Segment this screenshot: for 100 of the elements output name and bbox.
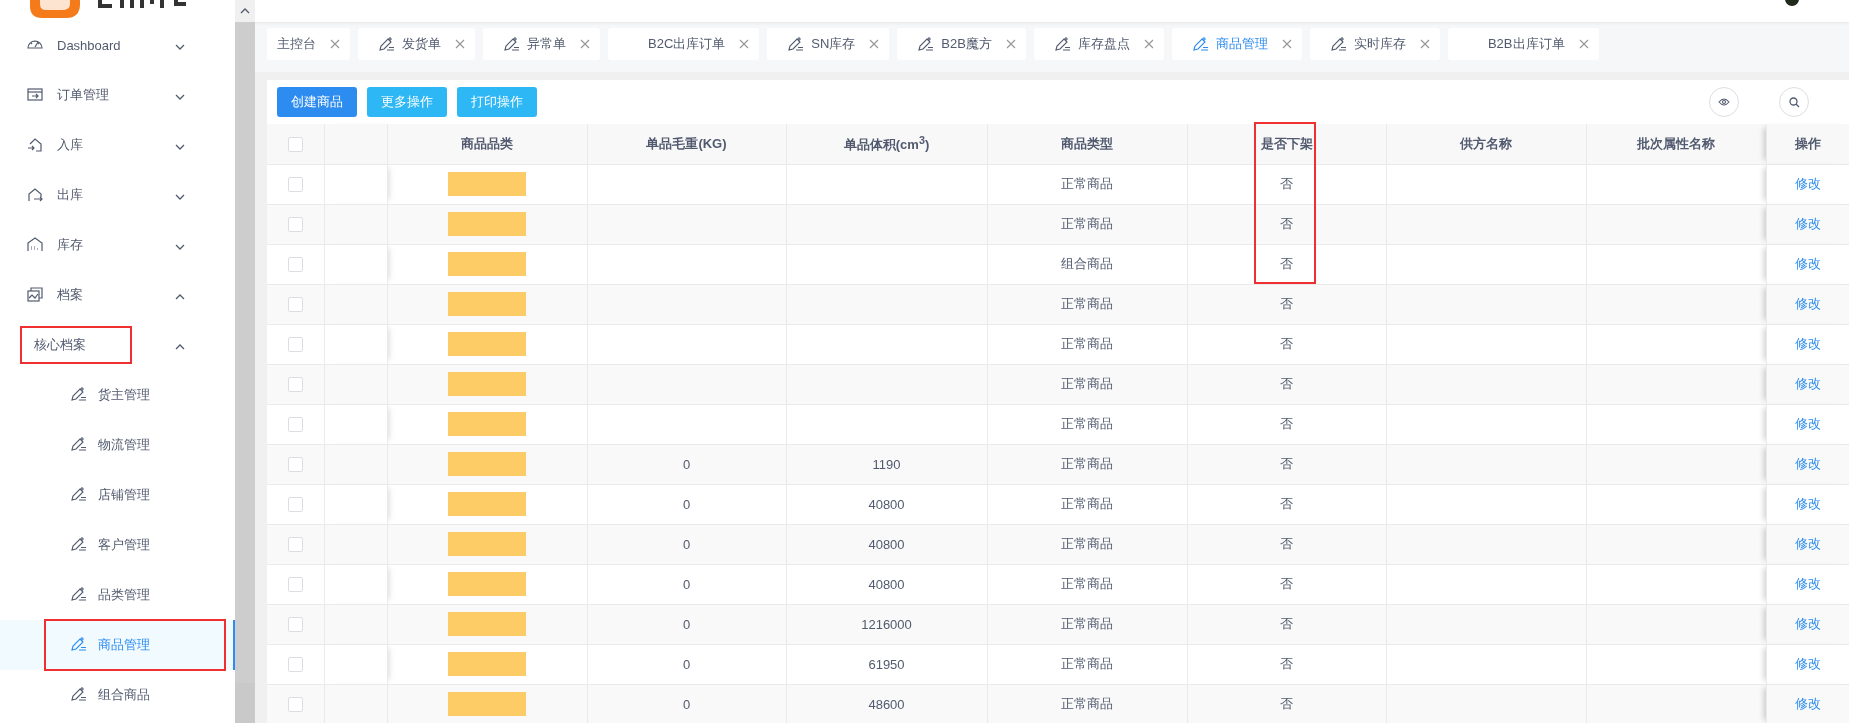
outbound-icon: [26, 186, 44, 204]
menu-item[interactable]: 入库: [0, 120, 235, 170]
tab[interactable]: B2B出库订单: [1447, 28, 1599, 60]
table-cell: 正常商品: [987, 644, 1187, 684]
checkbox[interactable]: [287, 377, 303, 393]
close-icon[interactable]: [330, 39, 340, 49]
table-cell: 0: [587, 444, 786, 484]
submenu-item[interactable]: 核心档案: [0, 320, 235, 370]
close-icon[interactable]: [1005, 39, 1016, 49]
table-cell: 正常商品: [987, 684, 1187, 723]
tab[interactable]: B2C出库订单: [608, 28, 760, 60]
tab[interactable]: 主控台: [267, 28, 350, 60]
column-header: 单品体积(cm$^{3}$): [786, 124, 987, 164]
checkbox[interactable]: [287, 417, 303, 433]
menu-leaf-item[interactable]: 品类管理: [0, 570, 235, 620]
menu-item[interactable]: 出库: [0, 170, 235, 220]
table-cell: 否: [1187, 244, 1386, 284]
table-cell: 正常商品: [987, 164, 1187, 204]
table-cell: 正常商品: [987, 484, 1187, 524]
checkbox[interactable]: [287, 136, 303, 152]
tab[interactable]: 库存盘点: [1033, 28, 1164, 60]
column-header: 商品品类: [387, 124, 587, 164]
table-cell: 1190: [786, 444, 987, 484]
table-cell: 0: [587, 604, 786, 644]
close-icon[interactable]: [869, 39, 880, 49]
edit-link[interactable]: 修改: [1794, 336, 1821, 351]
menu-leaf-item[interactable]: 组合商品: [0, 670, 235, 720]
checkbox[interactable]: [287, 657, 303, 673]
chevron-icon: [175, 93, 185, 100]
edit-link[interactable]: 修改: [1794, 256, 1821, 271]
tab[interactable]: 实时库存: [1309, 28, 1440, 60]
table-cell: 正常商品: [987, 604, 1187, 644]
close-icon[interactable]: [580, 39, 590, 49]
table-cell: 正常商品: [987, 524, 1187, 564]
tab[interactable]: SN库存: [767, 28, 890, 60]
checkbox[interactable]: [287, 697, 303, 713]
table-cell: 正常商品: [987, 284, 1187, 324]
table-cell: 否: [1187, 284, 1386, 324]
close-icon[interactable]: [1578, 39, 1589, 49]
table-cell: 61950: [786, 644, 987, 684]
tab[interactable]: 商品管理: [1171, 28, 1302, 60]
table-cell: 正常商品: [987, 364, 1187, 404]
column-header: 供方名称: [1386, 124, 1586, 164]
menu-leaf-item[interactable]: 客户管理: [0, 520, 235, 570]
menu-leaf-item[interactable]: 店铺管理: [0, 470, 235, 520]
menu-item[interactable]: 库存: [0, 220, 235, 270]
checkbox[interactable]: [287, 337, 303, 353]
table-cell: 正常商品: [987, 564, 1187, 604]
checkbox[interactable]: [287, 457, 303, 473]
table-cell: 否: [1187, 684, 1386, 723]
search-button[interactable]: [1779, 87, 1809, 117]
close-icon[interactable]: [1143, 39, 1154, 49]
archive-icon: [26, 286, 44, 304]
edit-link[interactable]: 修改: [1794, 176, 1821, 191]
menu-item[interactable]: 订单管理: [0, 70, 235, 120]
checkbox[interactable]: [287, 617, 303, 633]
tab[interactable]: 异常单: [483, 28, 600, 60]
column-header: 操作: [1766, 124, 1849, 164]
menu-item[interactable]: 档案: [0, 270, 235, 320]
tab[interactable]: 发货单: [358, 28, 475, 60]
chevron-icon: [175, 143, 185, 150]
table-cell: 40800: [786, 484, 987, 524]
edit-link[interactable]: 修改: [1794, 496, 1821, 511]
checkbox[interactable]: [287, 537, 303, 553]
table-cell: 否: [1187, 364, 1386, 404]
edit-link[interactable]: 修改: [1794, 576, 1821, 591]
table-cell: 否: [1187, 444, 1386, 484]
chevron-icon: [175, 293, 185, 300]
search-icon: [1788, 96, 1800, 108]
checkbox[interactable]: [287, 497, 303, 513]
checkbox[interactable]: [287, 257, 303, 273]
table-cell: 0: [587, 644, 786, 684]
checkbox[interactable]: [287, 177, 303, 193]
inbound-icon: [26, 136, 44, 154]
menu-item[interactable]: Dashboard: [0, 20, 235, 70]
close-icon[interactable]: [739, 39, 750, 49]
close-icon[interactable]: [1419, 39, 1430, 49]
stock-icon: [26, 236, 44, 254]
edit-link[interactable]: 修改: [1794, 656, 1821, 671]
checkbox[interactable]: [287, 217, 303, 233]
table-cell: 否: [1187, 644, 1386, 684]
table-cell: 否: [1187, 564, 1386, 604]
column-header: 批次属性名称: [1586, 124, 1766, 164]
menu-leaf-item[interactable]: 货主管理: [0, 370, 235, 420]
scrollbar[interactable]: [235, 0, 255, 723]
checkbox[interactable]: [287, 577, 303, 593]
eye-button[interactable]: [1709, 87, 1739, 117]
checkbox[interactable]: [287, 297, 303, 313]
table-cell: 正常商品: [987, 324, 1187, 364]
table-cell: 48600: [786, 684, 987, 723]
menu-leaf-item[interactable]: 物流管理: [0, 420, 235, 470]
column-header: 单品毛重(KG): [587, 124, 786, 164]
pencil-icon: [787, 36, 806, 52]
table-cell: 否: [1187, 404, 1386, 444]
close-icon[interactable]: [1281, 39, 1292, 49]
pencil-icon: [378, 36, 396, 52]
pencil-icon: [1191, 36, 1210, 52]
tab[interactable]: B2B魔方: [897, 28, 1026, 60]
close-icon[interactable]: [455, 39, 465, 49]
edit-link[interactable]: 修改: [1794, 416, 1821, 431]
